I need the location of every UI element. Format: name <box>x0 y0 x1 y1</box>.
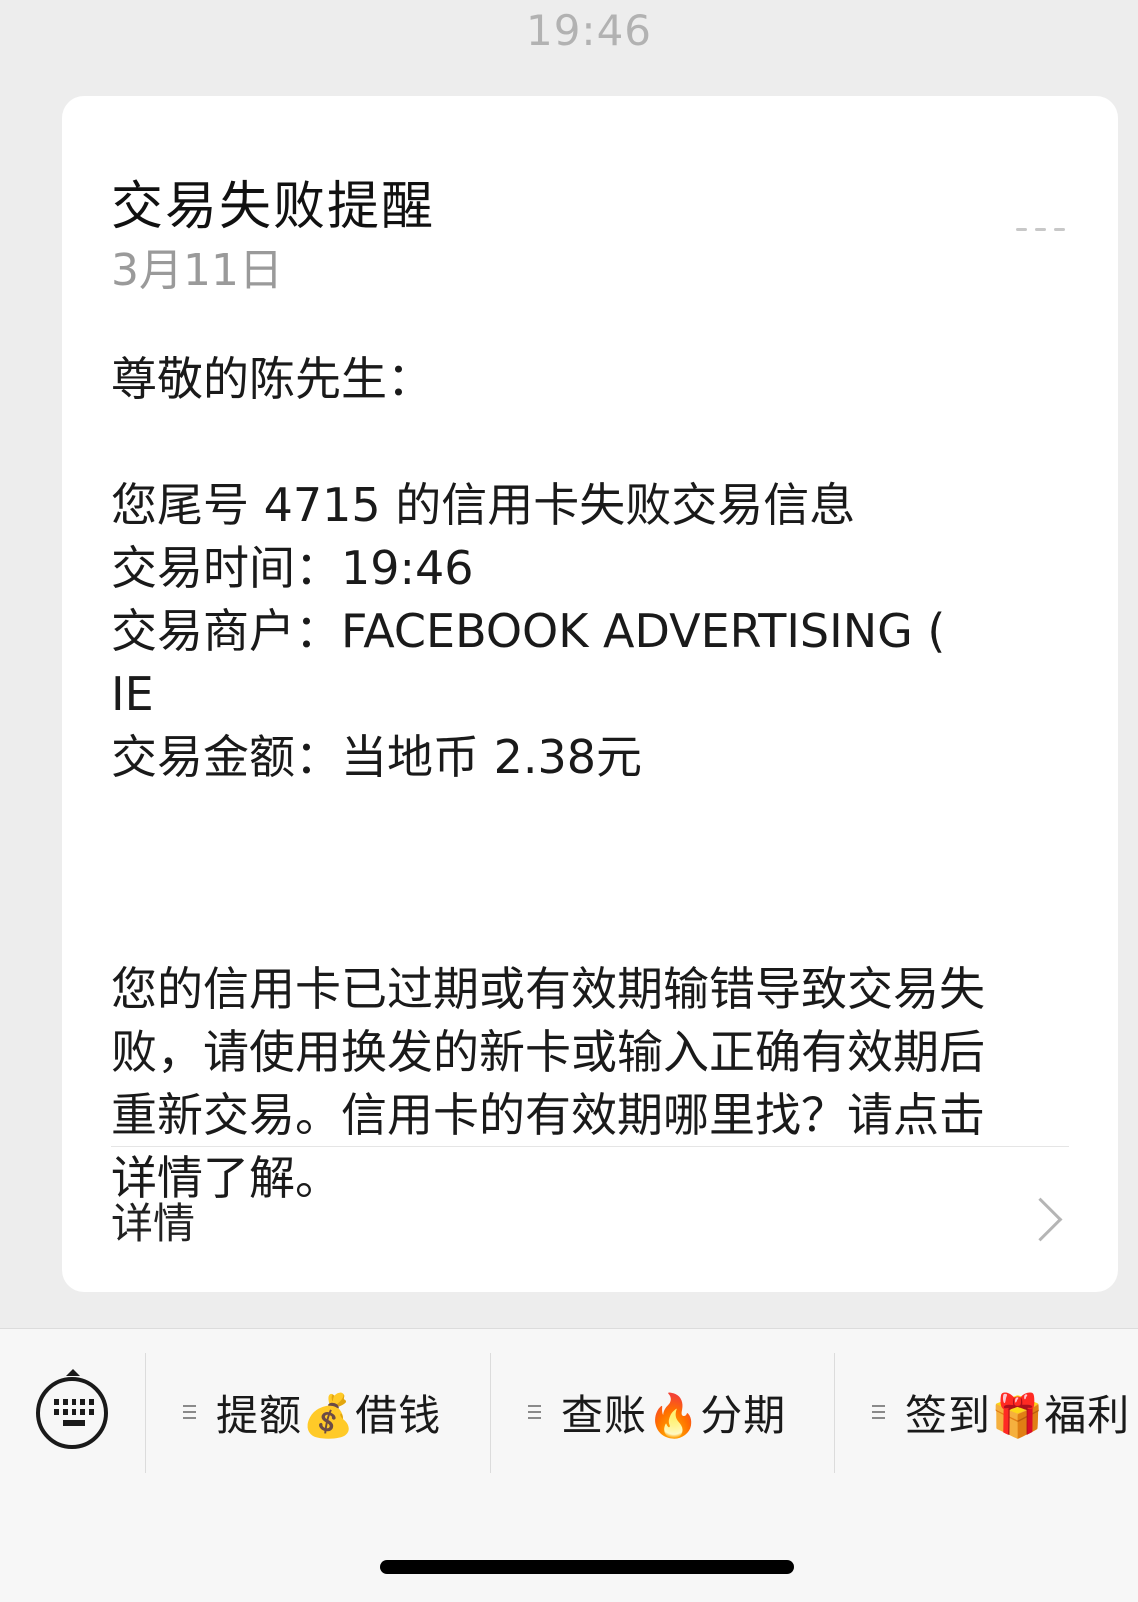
info-line-merchant: 交易商户：FACEBOOK ADVERTISING ( <box>111 604 946 658</box>
menu-item-label: 签到🎁福利 <box>905 1390 1131 1440</box>
home-indicator <box>380 1560 794 1574</box>
info-line-amount: 交易金额：当地币 2.38元 <box>111 730 643 784</box>
details-label: 详情 <box>111 1199 196 1248</box>
greeting-text: 尊敬的陈先生： <box>111 352 433 406</box>
bottom-menu-bar: 提额💰借钱 查账🔥分期 签到🎁福利 <box>0 1328 1138 1602</box>
info-line-merchant-cont: IE <box>111 667 154 721</box>
card-date: 3月11日 <box>111 245 283 296</box>
card-divider <box>111 1146 1069 1147</box>
card-title: 交易失败提醒 <box>111 177 436 237</box>
paragraph-line: 败，请使用换发的新卡或输入正确有效期后 <box>111 1025 985 1079</box>
keyboard-toggle-button[interactable] <box>36 1377 108 1449</box>
details-link[interactable]: 详情 <box>62 1148 1118 1288</box>
keyboard-icon <box>54 1399 94 1427</box>
menu-item-credit-limit[interactable]: 提额💰借钱 <box>183 1357 441 1467</box>
menu-item-label: 查账🔥分期 <box>561 1390 787 1440</box>
menu-lines-icon <box>872 1405 885 1419</box>
menu-separator <box>145 1353 146 1473</box>
menu-item-bills[interactable]: 查账🔥分期 <box>528 1357 786 1467</box>
chevron-right-icon <box>1018 1197 1063 1242</box>
more-dots-icon[interactable] <box>1016 224 1066 234</box>
menu-separator <box>834 1353 835 1473</box>
paragraph-line: 您的信用卡已过期或有效期输错导致交易失 <box>111 962 985 1016</box>
paragraph-line: 重新交易。信用卡的有效期哪里找？请点击 <box>111 1088 985 1142</box>
info-line-card-number: 您尾号 4715 的信用卡失败交易信息 <box>111 478 856 532</box>
menu-item-label: 提额💰借钱 <box>216 1390 442 1440</box>
transaction-info: 您尾号 4715 的信用卡失败交易信息 交易时间：19:46 交易商户：FACE… <box>111 474 945 789</box>
info-line-time: 交易时间：19:46 <box>111 541 474 595</box>
menu-item-rewards[interactable]: 签到🎁福利 <box>872 1357 1130 1467</box>
notification-card: 交易失败提醒 3月11日 尊敬的陈先生： 您尾号 4715 的信用卡失败交易信息… <box>62 96 1118 1292</box>
menu-lines-icon <box>183 1405 196 1419</box>
timestamp: 19:46 <box>525 6 653 55</box>
caret-up-icon <box>66 1369 80 1376</box>
menu-separator <box>490 1353 491 1473</box>
menu-lines-icon <box>528 1405 541 1419</box>
